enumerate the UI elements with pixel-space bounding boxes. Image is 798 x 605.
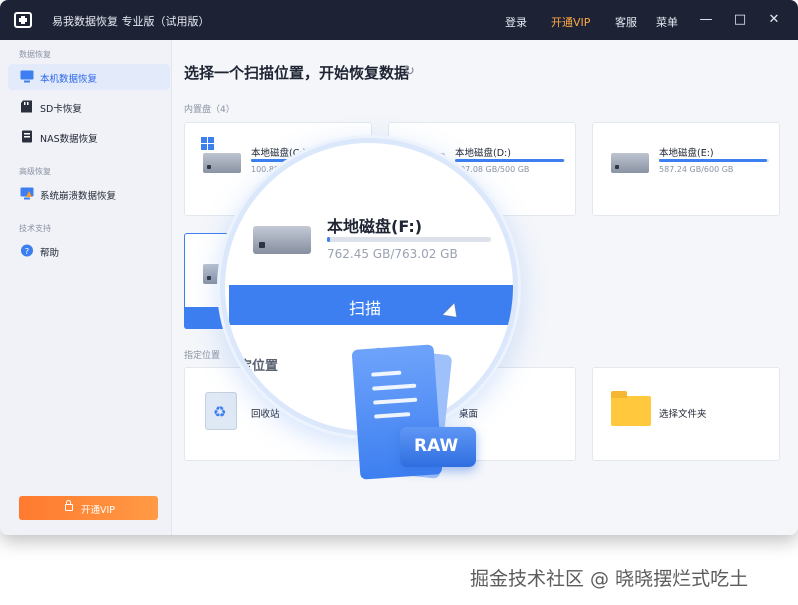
sidebar-item-label: SD卡恢复 [40, 104, 82, 115]
raw-badge: RAW [400, 427, 476, 467]
location-name: 回收站 [251, 409, 280, 420]
magnified-disk-name: 本地磁盘(F:) [327, 217, 423, 236]
magnified-disk-usage-bar [327, 237, 491, 242]
recycle-bin-icon [205, 392, 237, 430]
app-window: 易我数据恢复 专业版（试用版） 登录 开通VIP 客服 菜单 — □ ✕ 数据恢… [0, 0, 798, 535]
vip-link[interactable]: 开通VIP [551, 14, 590, 30]
magnified-section-label: 定位置 [239, 359, 279, 374]
sidebar: 数据恢复 本机数据恢复 SD卡恢复 NAS数据恢复 高级恢复 系统崩溃数据恢复 … [0, 40, 172, 535]
sidebar-item-nas[interactable]: NAS数据恢复 [8, 124, 170, 150]
app-logo-icon [14, 12, 32, 28]
location-label: 指定位置 [184, 351, 221, 361]
disk-size: 587.24 GB/600 GB [659, 165, 734, 174]
hard-disk-icon [253, 226, 311, 254]
svg-text:?: ? [25, 246, 29, 256]
disk-usage-fill [455, 159, 564, 162]
app-title: 易我数据恢复 专业版（试用版） [52, 15, 210, 28]
magnified-disk-usage-fill [327, 237, 331, 242]
disk-size: 497.08 GB/500 GB [455, 165, 530, 174]
disk-usage-bar [455, 159, 565, 162]
vip-button[interactable]: 开通VIP [19, 496, 158, 520]
sidebar-item-system-crash[interactable]: 系统崩溃数据恢复 [8, 181, 170, 207]
maximize-icon[interactable]: □ [732, 12, 748, 27]
nas-icon [22, 130, 32, 143]
disk-card-e[interactable]: 本地磁盘(E:) 587.24 GB/600 GB [592, 122, 780, 216]
document-line [373, 397, 418, 405]
location-name: 桌面 [459, 409, 479, 420]
sidebar-section-advanced: 高级恢复 [19, 167, 51, 176]
sidebar-item-label: 系统崩溃数据恢复 [40, 191, 117, 202]
system-crash-icon [20, 187, 34, 200]
internal-disks-label: 内置盘（4） [184, 105, 235, 115]
scan-button-label: 扫描 [349, 299, 382, 318]
disk-name: 本地磁盘(D:) [455, 148, 511, 159]
document-line [374, 412, 411, 419]
location-card-folder[interactable]: 选择文件夹 [592, 367, 780, 461]
title-bar: 易我数据恢复 专业版（试用版） 登录 开通VIP 客服 菜单 — □ ✕ [0, 0, 798, 40]
watermark: 掘金技术社区 @ 晓晓摆烂式吃土 [470, 568, 749, 590]
sidebar-item-label: 帮助 [40, 248, 60, 259]
page-title: 选择一个扫描位置，开始恢复数据 [184, 64, 410, 82]
document-line [371, 370, 402, 377]
support-link[interactable]: 客服 [615, 14, 637, 30]
location-name: 选择文件夹 [659, 409, 707, 420]
login-link[interactable]: 登录 [505, 14, 527, 30]
sidebar-item-label: 本机数据恢复 [40, 74, 98, 85]
help-icon: ? [20, 244, 34, 257]
folder-icon [611, 391, 651, 426]
sidebar-section-recovery: 数据恢复 [19, 50, 51, 59]
vip-button-label: 开通VIP [81, 505, 116, 516]
sidebar-section-support: 技术支持 [19, 224, 51, 233]
lock-icon [65, 500, 73, 511]
raw-badge-label: RAW [414, 436, 459, 456]
disk-usage-bar [659, 159, 769, 162]
sidebar-item-sd-card[interactable]: SD卡恢复 [8, 94, 170, 120]
refresh-icon[interactable]: ↻ [404, 64, 415, 79]
hard-disk-icon [611, 153, 649, 173]
sidebar-item-label: NAS数据恢复 [40, 134, 98, 145]
document-line [372, 383, 417, 391]
disk-name: 本地磁盘(E:) [659, 148, 714, 159]
disk-usage-fill [659, 159, 767, 162]
sidebar-item-help[interactable]: ? 帮助 [8, 238, 170, 264]
menu-link[interactable]: 菜单 [656, 14, 678, 30]
sd-card-icon [21, 100, 32, 113]
hard-disk-icon [203, 153, 241, 173]
sidebar-item-local-recovery[interactable]: 本机数据恢复 [8, 64, 170, 90]
minimize-icon[interactable]: — [698, 12, 714, 27]
scan-button[interactable]: 扫描 [229, 285, 513, 325]
magnified-disk-size: 762.45 GB/763.02 GB [327, 247, 458, 261]
close-icon[interactable]: ✕ [766, 12, 782, 27]
monitor-icon [20, 70, 34, 83]
windows-icon [201, 137, 214, 150]
